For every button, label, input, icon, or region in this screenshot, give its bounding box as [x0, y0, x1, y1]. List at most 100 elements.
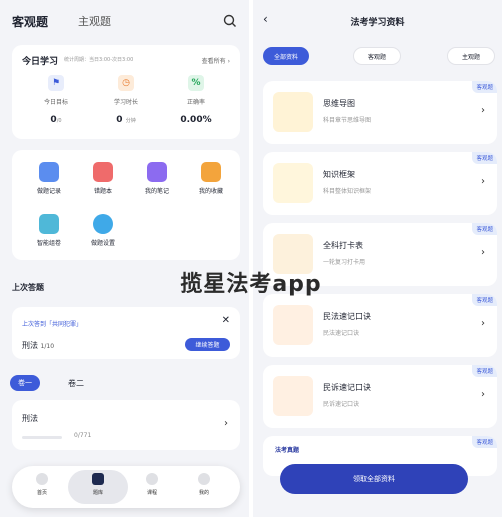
grid-item-settings[interactable]: 做题设置 — [78, 214, 128, 247]
stat-value: 0/0 — [26, 115, 86, 125]
bottom-nav: 首页 题库 课程 我的 — [12, 466, 240, 508]
book-icon — [92, 473, 104, 485]
close-icon[interactable]: ✕ — [222, 315, 230, 326]
chevron-right-icon: › — [481, 247, 485, 258]
material-desc: 民法速记口诀 — [323, 330, 360, 337]
stat-unit: /0 — [56, 118, 62, 124]
filter-chips: 全部资料 客观题 主观题 — [253, 47, 502, 69]
grid-item-mistakes[interactable]: 错题本 — [78, 162, 128, 195]
chevron-right-icon: › — [481, 318, 485, 329]
today-period: 统计周期：当日3:00-次日3:00 — [64, 57, 134, 63]
material-tag: 客观题 — [472, 365, 497, 377]
material-tag: 客观题 — [472, 152, 497, 164]
mistakes-icon — [93, 162, 113, 182]
nav-courses[interactable]: 课程 — [130, 470, 174, 504]
grid-item-notes[interactable]: 我的笔记 — [132, 162, 182, 195]
stat-number: 0 — [116, 115, 123, 125]
mindmap-thumbnail — [273, 92, 313, 132]
nav-label: 我的 — [198, 490, 209, 496]
clock-icon: ◷ — [118, 75, 134, 91]
grid-item-records[interactable]: 做题记录 — [24, 162, 74, 195]
stat-accuracy: % 正确率 0.00% — [166, 75, 226, 125]
nav-mine[interactable]: 我的 — [182, 470, 226, 504]
material-tag: 客观题 — [472, 81, 497, 93]
today-study-card: 今日学习 统计周期：当日3:00-次日3:00 查看所有 › ⚑ 今日目标 0/… — [12, 45, 240, 139]
subject-name: 刑法 — [22, 341, 38, 350]
material-item[interactable]: 思维导图 科目章节思维导图 客观题 › — [263, 81, 497, 144]
grid-item-favorites[interactable]: 我的收藏 — [186, 162, 236, 195]
tab-subjective[interactable]: 主观题 — [78, 13, 111, 29]
chip-objective[interactable]: 客观题 — [353, 47, 401, 65]
grid-label: 做题设置 — [90, 240, 115, 247]
chevron-right-icon: › — [481, 176, 485, 187]
search-icon[interactable] — [223, 14, 237, 28]
chip-all[interactable]: 全部资料 — [263, 47, 309, 65]
material-name: 思维导图 — [323, 99, 355, 108]
nav-label: 首页 — [36, 490, 47, 496]
stat-number: 0.00% — [180, 115, 212, 125]
flag-icon: ⚑ — [48, 75, 64, 91]
watermark: 揽星法考app — [180, 272, 322, 297]
subject-row[interactable]: 刑法 0/771 › — [12, 400, 240, 450]
grid-label: 错题本 — [93, 188, 112, 195]
stat-label: 学习时长 — [113, 99, 138, 106]
civil-procedure-thumbnail — [273, 376, 313, 416]
material-name: 民法速记口诀 — [323, 312, 371, 321]
view-all-link[interactable]: 查看所有 › — [202, 56, 230, 65]
material-item[interactable]: 知识框架 科目整体知识框架 客观题 › — [263, 152, 497, 215]
home-icon — [36, 473, 48, 485]
nav-home[interactable]: 首页 — [20, 470, 64, 504]
tab-volume-1[interactable]: 卷一 — [10, 375, 40, 391]
chevron-right-icon: › — [224, 418, 228, 429]
last-answer-card: 上次答到「共同犯罪」 ✕ 刑法 1/10 继续答题 — [12, 307, 240, 359]
percent-icon: % — [188, 75, 204, 91]
function-grid: 做题记录 错题本 我的笔记 我的收藏 智能组卷 做题设置 — [12, 150, 240, 260]
progress-bar — [22, 436, 62, 439]
material-item[interactable]: 民诉速记口诀 民诉速记口诀 客观题 › — [263, 365, 497, 428]
stat-value: 0 分钟 — [96, 115, 156, 125]
material-name: 全科打卡表 — [323, 241, 363, 250]
grid-label: 做题记录 — [36, 188, 61, 195]
material-name: 知识框架 — [323, 170, 355, 179]
material-item[interactable]: 民法速记口诀 民法速记口诀 客观题 › — [263, 294, 497, 357]
gear-icon — [93, 214, 113, 234]
stat-value: 0.00% — [166, 115, 226, 125]
notes-icon — [147, 162, 167, 182]
today-title: 今日学习 — [22, 57, 59, 67]
thumbnail-caption: 法考真题 — [275, 447, 300, 454]
material-desc: 科目整体知识框架 — [323, 188, 372, 195]
stat-label: 正确率 — [186, 99, 205, 106]
play-icon — [146, 473, 158, 485]
grid-label: 我的笔记 — [144, 188, 169, 195]
view-all-label: 查看所有 — [201, 58, 226, 65]
grid-item-smart-paper[interactable]: 智能组卷 — [24, 214, 74, 247]
material-name: 民诉速记口诀 — [323, 383, 371, 392]
last-answer-subject: 刑法 1/10 — [22, 340, 54, 351]
stat-label: 今日目标 — [43, 99, 68, 106]
nav-question-bank[interactable]: 题库 — [68, 470, 128, 504]
tab-objective[interactable]: 客观题 — [12, 13, 48, 30]
chip-subjective[interactable]: 主观题 — [447, 47, 495, 65]
material-tag: 客观题 — [472, 223, 497, 235]
paper-icon — [39, 214, 59, 234]
continue-button[interactable]: 继续答题 — [185, 338, 230, 351]
folder-icon — [201, 162, 221, 182]
question-bank-screen: 客观题 主观题 今日学习 统计周期：当日3:00-次日3:00 查看所有 › ⚑… — [0, 0, 249, 517]
stat-unit: 分钟 — [125, 118, 136, 124]
material-desc: 民诉速记口诀 — [323, 401, 360, 408]
page-title: 法考学习资料 — [350, 18, 405, 28]
chevron-right-icon: › — [481, 105, 485, 116]
last-answer-hint: 上次答到「共同犯罪」 — [22, 321, 83, 328]
nav-label: 题库 — [92, 490, 103, 496]
chevron-right-icon: › — [481, 389, 485, 400]
get-all-materials-button[interactable]: 领取全部资料 — [280, 464, 468, 494]
subject-progress: 0/771 — [74, 432, 92, 439]
material-tag: 客观题 — [472, 436, 497, 448]
subject-name: 刑法 — [22, 414, 38, 423]
tab-volume-2[interactable]: 卷二 — [68, 378, 84, 389]
material-desc: 一轮复习打卡用 — [323, 259, 366, 266]
stat-duration: ◷ 学习时长 0 分钟 — [96, 75, 156, 125]
grid-label: 智能组卷 — [36, 240, 61, 247]
civil-law-thumbnail — [273, 305, 313, 345]
records-icon — [39, 162, 59, 182]
